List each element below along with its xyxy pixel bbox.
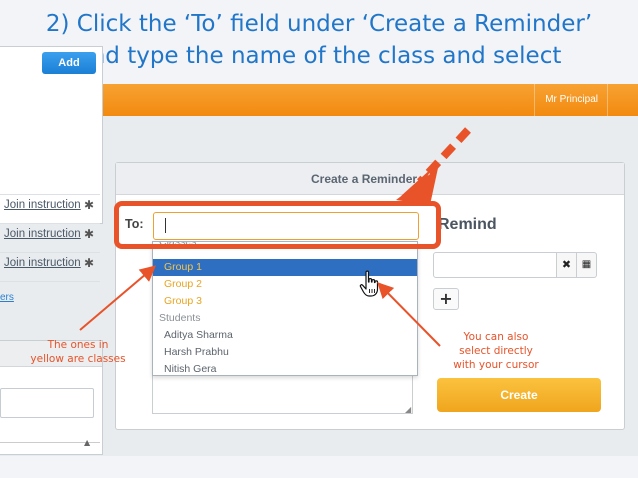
hand-cursor-icon bbox=[359, 270, 379, 297]
gear-icon[interactable]: ✱ bbox=[84, 198, 94, 212]
annotation-classes-note: The ones in yellow are classes bbox=[26, 338, 130, 366]
join-instruction-link[interactable]: Join instruction bbox=[4, 199, 81, 211]
list-item: ers bbox=[0, 281, 100, 307]
panel-title: Create a Reminder bbox=[311, 172, 418, 186]
message-textarea[interactable] bbox=[152, 374, 413, 414]
bottom-strip bbox=[0, 456, 638, 478]
panel-header: Create a Reminder bbox=[116, 163, 624, 195]
annotation-cursor-note: You can also select directly with your c… bbox=[446, 330, 546, 372]
recipient-dropdown: Classes Group 1 Group 2 Group 3 Students… bbox=[152, 241, 418, 376]
grid-icon[interactable]: ▦ bbox=[577, 252, 597, 278]
to-field-highlight bbox=[114, 201, 441, 249]
dropdown-option-student[interactable]: Nitish Gera bbox=[153, 361, 417, 375]
note-line: select directly bbox=[459, 345, 533, 357]
students-header: Students bbox=[159, 312, 201, 324]
join-instruction-link[interactable]: Join instruction bbox=[4, 257, 81, 269]
clear-icon[interactable]: ✖ bbox=[557, 252, 577, 278]
list-item: Join instruction ✱ bbox=[0, 252, 100, 278]
note-line: You can also bbox=[463, 331, 529, 343]
remind-time-input[interactable] bbox=[433, 252, 557, 278]
note-line: with your cursor bbox=[453, 359, 539, 371]
list-item: Join instruction ✱ bbox=[0, 194, 100, 220]
dropdown-option-student[interactable]: Aditya Sharma bbox=[153, 327, 417, 344]
gear-icon[interactable]: ✱ bbox=[84, 256, 94, 270]
list-item: Join instruction ✱ bbox=[0, 223, 100, 249]
add-time-button[interactable]: + bbox=[433, 288, 459, 310]
join-instruction-link[interactable]: Join instruction bbox=[4, 228, 81, 240]
members-link[interactable]: ers bbox=[0, 292, 14, 303]
note-line: yellow are classes bbox=[30, 353, 126, 365]
create-button[interactable]: Create bbox=[437, 378, 601, 412]
scroll-up-icon[interactable]: ▲ bbox=[84, 438, 90, 447]
user-menu[interactable]: Mr Principal bbox=[534, 84, 598, 116]
left-input[interactable] bbox=[0, 388, 94, 418]
nav-divider bbox=[607, 84, 608, 116]
add-button[interactable]: Add bbox=[42, 52, 96, 74]
resize-handle-icon[interactable]: ◢ bbox=[405, 405, 411, 414]
dropdown-option-student[interactable]: Harsh Prabhu bbox=[153, 344, 417, 361]
remind-heading: Remind bbox=[438, 216, 497, 233]
headline-line-1: 2) Click the ‘To’ field under ‘Create a … bbox=[45, 11, 593, 37]
gear-icon[interactable]: ✱ bbox=[84, 227, 94, 241]
note-line: The ones in bbox=[47, 339, 109, 351]
